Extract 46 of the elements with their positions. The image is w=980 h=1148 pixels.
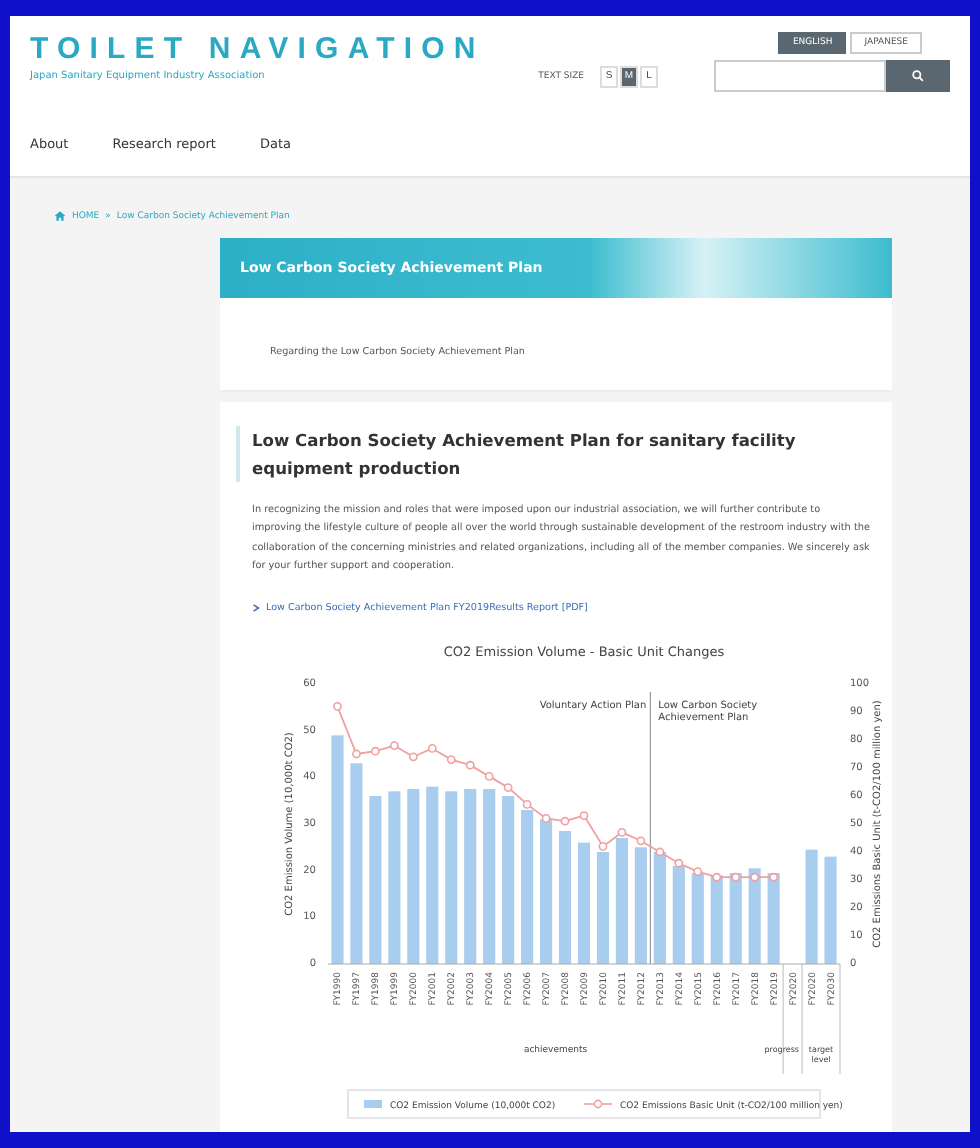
basic-unit-point: [617, 828, 627, 838]
emission-bar: [729, 873, 742, 965]
legend-line-swatch: [583, 1100, 613, 1109]
basic-unit-point: [636, 836, 646, 846]
basic-unit-point: [769, 873, 779, 882]
basic-unit-point: [371, 747, 380, 756]
basic-unit-point: [352, 750, 361, 759]
basic-unit-point: [731, 873, 741, 882]
basic-unit-point: [579, 811, 589, 821]
basic-unit-point: [484, 772, 494, 782]
emission-bar: [634, 847, 647, 965]
basic-unit-point: [560, 817, 570, 826]
search-button[interactable]: [886, 60, 950, 92]
basic-unit-point: [712, 873, 722, 882]
basic-unit-point: [655, 848, 665, 857]
basic-unit-point: [503, 783, 513, 793]
search-icon: [912, 70, 924, 82]
emission-bar: [824, 857, 837, 965]
emission-bar: [672, 866, 685, 965]
emission-bar: [710, 875, 723, 965]
emission-bar: [748, 868, 761, 965]
legend-bar-swatch: [364, 1100, 382, 1109]
emission-bar: [558, 831, 572, 965]
basic-unit-point: [750, 873, 760, 882]
basic-unit-point: [693, 867, 703, 877]
emission-bar: [577, 843, 591, 965]
basic-unit-point: [674, 859, 684, 868]
section-heading: Low Carbon Society Achievement Plan for sanitary facility equipment production: [236, 426, 872, 482]
basic-unit-point: [522, 800, 532, 810]
search-field[interactable]: [714, 60, 886, 92]
emission-bar: [805, 850, 818, 965]
emission-bar: [653, 852, 666, 965]
home-icon: [54, 210, 66, 222]
emission-bar: [691, 873, 704, 965]
emission-bar: [767, 873, 780, 965]
basic-unit-point: [465, 761, 475, 770]
basic-unit-point: [598, 842, 608, 852]
basic-unit-point: [408, 752, 418, 762]
basic-unit-point: [389, 741, 399, 751]
basic-unit-point: [333, 702, 342, 712]
emission-bar: [596, 852, 610, 965]
basic-unit-point: [427, 744, 437, 754]
basic-unit-point: [446, 755, 456, 765]
emission-bar: [615, 838, 628, 965]
chevron-icon: [252, 604, 260, 613]
basic-unit-point: [541, 814, 551, 824]
